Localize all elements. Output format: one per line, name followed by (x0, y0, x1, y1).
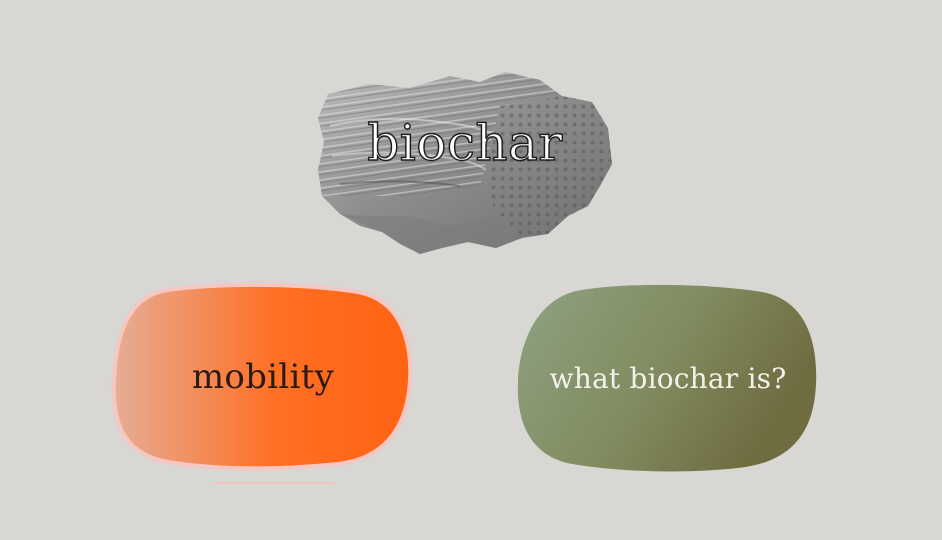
what-biochar-is-button[interactable]: what biochar is? (512, 282, 824, 474)
slide-canvas: biochar mobility what biochar is? (0, 0, 942, 540)
mobility-underline-decoration (215, 482, 335, 484)
page-title: biochar (367, 113, 563, 172)
mobility-label: mobility (191, 357, 335, 397)
biochar-hero: biochar (300, 66, 630, 262)
mobility-button[interactable]: mobility (108, 280, 418, 474)
what-biochar-is-label: what biochar is? (549, 361, 787, 395)
